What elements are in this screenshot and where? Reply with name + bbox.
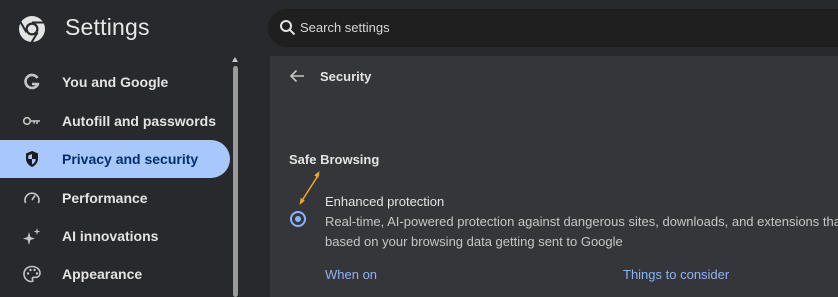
sparkle-icon xyxy=(23,228,41,245)
sidebar-item-label: Privacy and security xyxy=(62,151,199,167)
palette-icon xyxy=(23,265,41,283)
shield-icon xyxy=(26,151,38,167)
sidebar-item-ai-innovations[interactable]: AI innovations xyxy=(0,217,230,255)
when-on-link[interactable]: When on xyxy=(325,267,377,282)
search-input[interactable]: Search settings xyxy=(300,20,390,35)
security-page-card: Security Safe Browsing Enhanced protecti… xyxy=(270,56,838,297)
things-to-consider-link[interactable]: Things to consider xyxy=(623,267,729,282)
sidebar-item-you-and-google[interactable]: You and Google xyxy=(0,63,230,101)
speedometer-icon xyxy=(24,192,40,204)
sidebar-item-autofill[interactable]: Autofill and passwords xyxy=(0,102,230,140)
sidebar-item-label: Performance xyxy=(62,190,148,206)
option-description: Real-time, AI-powered protection against… xyxy=(325,212,838,251)
sidebar-item-performance[interactable]: Performance xyxy=(0,179,230,217)
scrollbar-thumb[interactable] xyxy=(233,66,238,297)
sidebar: You and Google Autofill and passwords Pr… xyxy=(0,56,232,297)
google-g-icon xyxy=(24,73,40,90)
sidebar-item-label: Autofill and passwords xyxy=(62,113,217,129)
search-box[interactable]: Search settings xyxy=(268,9,838,47)
sidebar-item-label: AI innovations xyxy=(62,228,159,244)
page-title: Security xyxy=(320,69,372,84)
option-title[interactable]: Enhanced protection xyxy=(325,194,444,209)
key-icon xyxy=(22,116,40,126)
search-icon xyxy=(280,20,296,36)
header: Settings Search settings xyxy=(0,0,838,56)
chrome-logo-icon xyxy=(19,16,45,43)
option-description-line: based on your browsing data getting sent… xyxy=(325,233,623,249)
sidebar-item-appearance[interactable]: Appearance xyxy=(0,255,230,293)
scroll-up-arrow-icon[interactable] xyxy=(232,57,238,62)
sidebar-item-privacy-and-security[interactable]: Privacy and security xyxy=(0,140,230,178)
sidebar-item-label: You and Google xyxy=(62,74,169,90)
enhanced-protection-radio[interactable] xyxy=(290,211,306,227)
section-title: Safe Browsing xyxy=(289,152,380,167)
sidebar-item-label: Appearance xyxy=(62,266,143,282)
radio-selected-dot xyxy=(295,216,301,222)
app-title: Settings xyxy=(65,14,150,40)
back-arrow-icon[interactable] xyxy=(289,69,305,83)
option-description-line: Real-time, AI-powered protection against… xyxy=(325,214,838,229)
